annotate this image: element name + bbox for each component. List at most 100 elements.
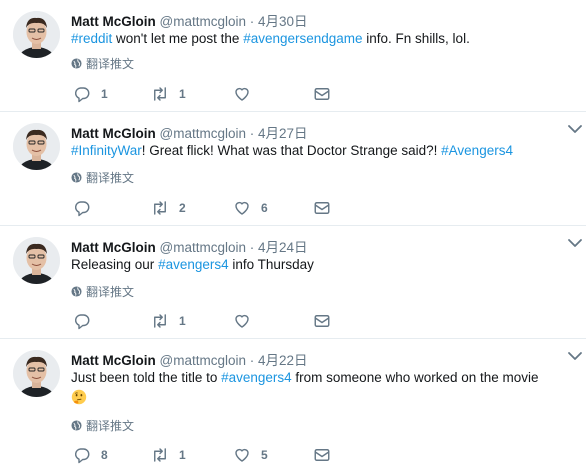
retweet-icon xyxy=(154,201,166,215)
reply-button[interactable] xyxy=(73,311,101,331)
tweet-header: Matt McGloin @mattmcgloin · 4月30日 xyxy=(71,10,308,30)
like-button[interactable] xyxy=(233,84,261,104)
reply-icon xyxy=(75,448,90,464)
direct-message-button[interactable] xyxy=(313,198,331,218)
tweet-header: Matt McGloin @mattmcgloin · 4月27日 xyxy=(71,122,308,142)
globe-icon xyxy=(71,58,82,69)
translate-tweet-link[interactable]: 翻译推文 xyxy=(71,169,134,186)
chevron-down-icon[interactable] xyxy=(567,124,583,134)
tweet-header: Matt McGloin @mattmcgloin · 4月22日 xyxy=(71,349,308,369)
retweet-icon xyxy=(154,314,166,328)
text-segment: Releasing our xyxy=(71,257,159,272)
tweet[interactable]: Matt McGloin @mattmcgloin · 4月22日 Just b… xyxy=(0,339,586,469)
heart-icon xyxy=(235,87,249,101)
tweet-timestamp[interactable]: 4月30日 xyxy=(258,14,308,29)
tweet[interactable]: Matt McGloin @mattmcgloin · 4月30日 #reddi… xyxy=(0,0,586,112)
avatar[interactable] xyxy=(13,11,60,58)
globe-icon xyxy=(71,172,82,183)
tweet-timestamp[interactable]: 4月24日 xyxy=(258,240,308,255)
tweet-actions: 8 1 5 xyxy=(71,445,341,465)
chevron-down-icon[interactable] xyxy=(567,238,583,248)
reply-button[interactable]: 1 xyxy=(73,84,108,104)
author-name[interactable]: Matt McGloin xyxy=(71,240,156,255)
tweet[interactable]: Matt McGloin @mattmcgloin · 4月27日 #Infin… xyxy=(0,112,586,226)
author-handle[interactable]: @mattmcgloin xyxy=(160,353,246,368)
translate-label: 翻译推文 xyxy=(86,285,135,299)
heart-icon xyxy=(235,201,249,215)
chevron-down-icon[interactable] xyxy=(567,351,583,361)
hashtag-link[interactable]: #InfinityWar xyxy=(71,143,142,158)
tweet[interactable]: Matt McGloin @mattmcgloin · 4月24日 Releas… xyxy=(0,226,586,339)
tweet-timestamp[interactable]: 4月22日 xyxy=(258,353,308,368)
author-handle[interactable]: @mattmcgloin xyxy=(160,126,246,141)
like-button[interactable]: 5 xyxy=(233,445,268,465)
envelope-icon xyxy=(314,202,330,214)
retweet-count: 1 xyxy=(179,87,186,101)
translate-tweet-link[interactable]: 翻译推文 xyxy=(71,417,134,434)
tweet-timestamp[interactable]: 4月27日 xyxy=(258,126,308,141)
retweet-button[interactable]: 2 xyxy=(151,198,186,218)
retweet-count: 2 xyxy=(179,201,186,215)
retweet-count: 1 xyxy=(179,314,186,328)
avatar[interactable] xyxy=(13,237,60,284)
translate-tweet-link[interactable]: 翻译推文 xyxy=(71,55,134,72)
direct-message-button[interactable] xyxy=(313,311,331,331)
author-name[interactable]: Matt McGloin xyxy=(71,14,156,29)
hashtag-link[interactable]: #reddit xyxy=(71,31,112,46)
separator-dot: · xyxy=(249,126,255,141)
retweet-button[interactable]: 1 xyxy=(151,311,186,331)
hashtag-link[interactable]: #avengersendgame xyxy=(243,31,362,46)
text-segment: won't let me post the xyxy=(112,31,244,46)
globe-icon xyxy=(71,420,82,431)
translate-label: 翻译推文 xyxy=(86,419,135,433)
reply-button[interactable]: 8 xyxy=(73,445,108,465)
retweet-button[interactable]: 1 xyxy=(151,84,186,104)
like-count: 5 xyxy=(261,448,268,462)
author-handle[interactable]: @mattmcgloin xyxy=(160,14,246,29)
tweet-actions: 2 6 xyxy=(71,198,341,218)
reply-count: 1 xyxy=(101,87,108,101)
retweet-icon xyxy=(154,87,166,101)
author-handle[interactable]: @mattmcgloin xyxy=(160,240,246,255)
direct-message-button[interactable] xyxy=(313,445,331,465)
text-segment: info Thursday xyxy=(228,257,314,272)
author-name[interactable]: Matt McGloin xyxy=(71,126,156,141)
reply-icon xyxy=(75,314,90,330)
retweet-button[interactable]: 1 xyxy=(151,445,186,465)
reply-icon xyxy=(75,201,90,217)
separator-dot: · xyxy=(249,14,255,29)
tweet-header: Matt McGloin @mattmcgloin · 4月24日 xyxy=(71,236,308,256)
avatar[interactable] xyxy=(13,350,60,397)
hashtag-link[interactable]: #Avengers4 xyxy=(441,143,513,158)
globe-icon xyxy=(71,286,82,297)
author-name[interactable]: Matt McGloin xyxy=(71,353,156,368)
hashtag-link[interactable]: #avengers4 xyxy=(221,370,292,385)
envelope-icon xyxy=(314,449,330,461)
tweet-text: #InfinityWar! Great flick! What was that… xyxy=(71,141,576,160)
text-segment: from someone who worked on the movie xyxy=(291,370,539,385)
like-button[interactable] xyxy=(233,311,261,331)
translate-label: 翻译推文 xyxy=(86,171,135,185)
translate-tweet-link[interactable]: 翻译推文 xyxy=(71,283,134,300)
like-button[interactable]: 6 xyxy=(233,198,268,218)
reply-icon xyxy=(75,87,90,103)
retweet-icon xyxy=(154,448,166,462)
like-count: 6 xyxy=(261,201,268,215)
text-segment: ! Great flick! What was that Doctor Stra… xyxy=(141,143,442,158)
tweet-text: Releasing our #avengers4 info Thursday xyxy=(71,255,576,274)
tweet-feed: Matt McGloin @mattmcgloin · 4月30日 #reddi… xyxy=(0,0,586,469)
envelope-icon xyxy=(314,88,330,100)
separator-dot: · xyxy=(249,353,255,368)
direct-message-button[interactable] xyxy=(313,84,331,104)
thinking-face-icon xyxy=(71,390,87,405)
reply-button[interactable] xyxy=(73,198,101,218)
text-segment: info. Fn shills, lol. xyxy=(362,31,470,46)
retweet-count: 1 xyxy=(179,448,186,462)
translate-label: 翻译推文 xyxy=(86,57,135,71)
heart-icon xyxy=(235,314,249,328)
reply-count: 8 xyxy=(101,448,108,462)
hashtag-link[interactable]: #avengers4 xyxy=(158,257,229,272)
heart-icon xyxy=(235,448,249,462)
tweet-text: #reddit won't let me post the #avengerse… xyxy=(71,29,576,48)
avatar[interactable] xyxy=(13,123,60,170)
